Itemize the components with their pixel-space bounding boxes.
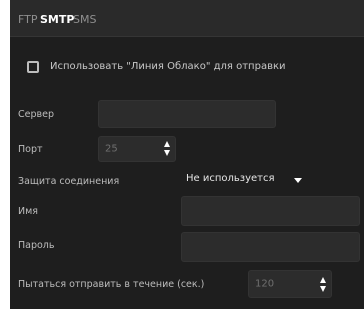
chevron-down-icon xyxy=(294,178,302,183)
tab-ftp[interactable]: FTP xyxy=(18,13,38,26)
name-label: Имя xyxy=(18,206,38,217)
smtp-settings-panel: FTP SMTP SMS Использовать "Линия Облако"… xyxy=(10,0,364,309)
name-input[interactable] xyxy=(181,196,360,226)
security-select[interactable]: Не используется xyxy=(182,169,306,189)
security-selected-value: Не используется xyxy=(186,173,275,184)
security-label: Защита соединения xyxy=(18,176,120,187)
retry-label: Пытаться отправить в течение (сек.) xyxy=(18,279,205,290)
tab-sms[interactable]: SMS xyxy=(73,13,96,26)
retry-increment-icon[interactable] xyxy=(320,277,326,283)
server-input[interactable] xyxy=(98,100,276,128)
tab-smtp[interactable]: SMTP xyxy=(40,13,74,26)
port-input[interactable]: 25 xyxy=(98,136,176,162)
protocol-tab-bar: FTP SMTP SMS xyxy=(10,0,364,37)
use-cloud-checkbox[interactable] xyxy=(27,61,39,73)
port-increment-icon[interactable] xyxy=(164,141,170,147)
password-input[interactable] xyxy=(181,232,360,262)
retry-input[interactable]: 120 xyxy=(248,270,332,298)
use-cloud-label: Использовать "Линия Облако" для отправки xyxy=(50,61,286,72)
retry-value: 120 xyxy=(255,278,275,290)
port-value: 25 xyxy=(105,143,118,155)
port-stepper[interactable] xyxy=(164,141,171,157)
port-label: Порт xyxy=(18,144,43,155)
retry-decrement-icon[interactable] xyxy=(320,286,326,292)
port-decrement-icon[interactable] xyxy=(164,150,170,156)
password-label: Пароль xyxy=(18,240,55,251)
server-label: Сервер xyxy=(18,109,54,120)
retry-stepper[interactable] xyxy=(320,277,327,293)
